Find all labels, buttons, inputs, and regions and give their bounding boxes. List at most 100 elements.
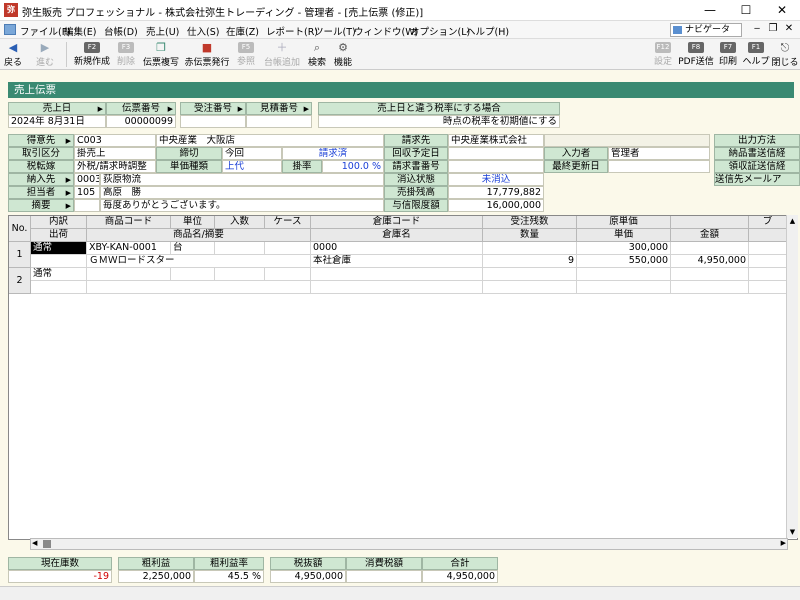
estimate-no-label[interactable]: 見積番号 ▶ <box>246 102 312 115</box>
forward-button[interactable]: ▶ 進む <box>30 39 60 70</box>
row2-item-code-cell[interactable] <box>87 268 171 281</box>
row2-type-cell[interactable]: 通常 <box>31 268 87 281</box>
menu-help[interactable]: ヘルプ(H) <box>466 24 509 38</box>
menu-purchase[interactable]: 仕入(S) <box>187 24 219 38</box>
row1-bu-cell <box>749 242 787 255</box>
row1-ship-cell[interactable] <box>31 255 87 268</box>
row2-ship-cell[interactable] <box>31 281 87 294</box>
summary-field[interactable]: 毎度ありがとうございます。 <box>100 199 384 212</box>
mdi-minimize-button[interactable]: ‒ <box>750 23 764 34</box>
settings-button[interactable]: F12 設定 <box>652 39 674 70</box>
row2-case-cell[interactable] <box>265 268 311 281</box>
customer-label[interactable]: 得意先 ▶ <box>8 134 74 147</box>
help-button[interactable]: F1 ヘルプ <box>742 39 770 70</box>
row1-qty-per-cell[interactable] <box>215 242 265 255</box>
mdi-close-button[interactable]: ✕ <box>782 23 796 34</box>
delivery-code-field[interactable]: 0003 <box>74 173 100 186</box>
reference-button[interactable]: F5 参照 <box>234 39 258 70</box>
col-amount-header: 金額 <box>671 229 749 242</box>
scroll-thumb[interactable] <box>43 540 51 548</box>
menu-inventory[interactable]: 在庫(Z) <box>226 24 259 38</box>
price-type-field[interactable]: 上代 <box>222 160 282 173</box>
menu-sales[interactable]: 売上(U) <box>146 24 179 38</box>
copy-icon: ❐ <box>156 41 166 54</box>
row2-qty-per-cell[interactable] <box>215 268 265 281</box>
row1-cost-price-cell[interactable]: 300,000 <box>577 242 671 255</box>
row1-item-code-cell[interactable]: XBY-KAN-0001 <box>87 242 171 255</box>
col-ship-header: 出荷 <box>31 229 87 242</box>
rate-field[interactable]: 100.0 % <box>322 160 384 173</box>
deal-type-field[interactable]: 掛売上 <box>74 147 156 160</box>
row2-cost-price-cell[interactable] <box>577 268 671 281</box>
delete-label: 削除 <box>116 57 135 67</box>
summary-code-field[interactable] <box>74 199 100 212</box>
tax-type-field[interactable]: 外税/請求時調整 <box>74 160 156 173</box>
cutoff-label: 締切 <box>156 147 222 160</box>
col-order-balance-header: 受注残数 <box>483 216 577 229</box>
row2-unit-price-cell[interactable] <box>577 281 671 294</box>
gross-profit-label: 粗利益 <box>118 557 194 570</box>
search-button[interactable]: ⌕ 検索 <box>306 39 328 70</box>
mdi-restore-button[interactable]: ❐ <box>766 23 780 34</box>
row1-warehouse-code-cell[interactable]: 0000 <box>311 242 483 255</box>
scroll-right-icon[interactable]: ▶ <box>781 539 786 547</box>
row2-qty-cell[interactable] <box>483 281 577 294</box>
new-button[interactable]: F2 新規作成 <box>72 39 112 70</box>
order-no-label[interactable]: 受注番号 ▶ <box>180 102 246 115</box>
scroll-up-icon[interactable]: ▲ <box>787 217 798 225</box>
slip-no-label[interactable]: 伝票番号 ▶ <box>106 102 176 115</box>
staff-label[interactable]: 担当者 ▶ <box>8 186 74 199</box>
row1-item-name-cell[interactable]: ＧＭＷロードスター <box>87 255 311 268</box>
pretax-label: 税抜額 <box>270 557 346 570</box>
row1-case-cell[interactable] <box>265 242 311 255</box>
row-number[interactable]: 2 <box>9 268 31 294</box>
copy-slip-button[interactable]: ❐ 伝票複写 <box>142 39 180 70</box>
customer-code-field[interactable]: C003 <box>74 134 156 147</box>
col-qty-header: 数量 <box>483 229 577 242</box>
menu-ledger[interactable]: 台帳(D) <box>104 24 138 38</box>
row2-warehouse-code-cell[interactable] <box>311 268 483 281</box>
menu-bar: ファイル(F) 編集(E) 台帳(D) 売上(U) 仕入(S) 在庫(Z) レポ… <box>0 21 800 39</box>
menu-report[interactable]: レポート(R) <box>266 24 318 38</box>
menu-option[interactable]: オプション(L) <box>410 24 470 38</box>
row2-item-name-cell[interactable] <box>87 281 311 294</box>
row2-unit-cell[interactable] <box>171 268 215 281</box>
menu-tool[interactable]: ツール(T) <box>314 24 356 38</box>
row-number[interactable]: 1 <box>9 242 31 268</box>
horizontal-scrollbar[interactable]: ◀ ▶ <box>30 538 788 550</box>
sales-date-label[interactable]: 売上日 ▶ <box>8 102 106 115</box>
minimize-button[interactable]: — <box>692 0 728 20</box>
menu-edit[interactable]: 編集(E) <box>64 24 96 38</box>
scroll-left-icon[interactable]: ◀ <box>32 539 37 547</box>
tax-rate-field[interactable]: 時点の税率を初期値にする <box>318 115 560 128</box>
slip-no-field[interactable]: 00000099 <box>106 115 176 128</box>
row1-type-cell[interactable]: 通常 <box>31 242 87 255</box>
scroll-down-icon[interactable]: ▼ <box>787 528 798 536</box>
staff-code-field[interactable]: 105 <box>74 186 100 199</box>
ledger-add-button[interactable]: ＋ 台帳追加 <box>262 39 302 70</box>
navigator-button[interactable]: ナビゲータ <box>670 23 742 37</box>
close-window-button[interactable]: ✕ <box>764 0 800 20</box>
back-button[interactable]: ◀ 戻る <box>2 39 24 70</box>
delete-button[interactable]: F3 削除 <box>114 39 138 70</box>
menu-window[interactable]: ウィンドウ(W) <box>354 24 418 38</box>
function-button[interactable]: ⚙ 機能 <box>332 39 354 70</box>
vertical-scrollbar[interactable]: ▲ ▼ <box>786 215 798 538</box>
cutoff-field[interactable]: 今回 <box>222 147 282 160</box>
row1-qty-cell[interactable]: 9 <box>483 255 577 268</box>
pdf-send-button[interactable]: F8 PDF送信 <box>676 39 716 70</box>
estimate-no-field[interactable] <box>246 115 312 128</box>
print-button[interactable]: F7 印刷 <box>717 39 739 70</box>
order-no-field[interactable] <box>180 115 246 128</box>
maximize-button[interactable]: ☐ <box>728 0 764 20</box>
col-unit-price-header: 単価 <box>577 229 671 242</box>
delivery-label[interactable]: 納入先 ▶ <box>8 173 74 186</box>
close-button[interactable]: ⎋ 閉じる <box>771 39 799 70</box>
row1-unit-cell[interactable]: 台 <box>171 242 215 255</box>
entry-user-field: 管理者 <box>608 147 710 160</box>
sales-date-field[interactable]: 2024年 8月31日 <box>8 115 106 128</box>
summary-label[interactable]: 摘要 ▶ <box>8 199 74 212</box>
row1-unit-price-cell[interactable]: 550,000 <box>577 255 671 268</box>
red-slip-button[interactable]: ■ 赤伝票発行 <box>184 39 230 70</box>
billed-status: 請求済 <box>282 147 384 160</box>
